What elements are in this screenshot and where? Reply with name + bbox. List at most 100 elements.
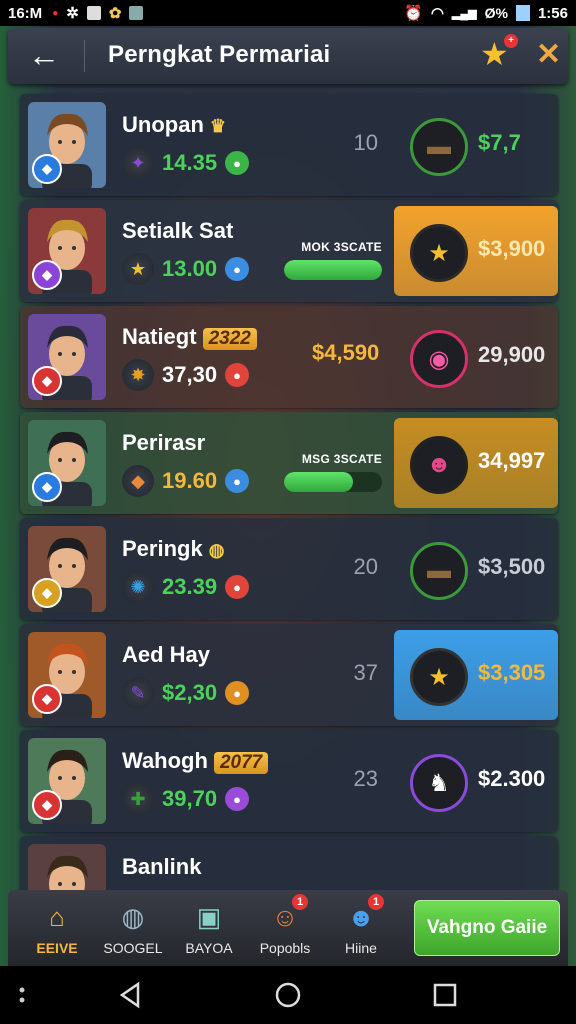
record-icon: ● — [52, 7, 59, 19]
rank-badge-icon: ◆ — [32, 684, 62, 714]
hero-icon: ☻ 1 — [340, 894, 384, 936]
stat-badge-icon: ● — [225, 151, 250, 175]
player-name: Banlink — [122, 854, 201, 880]
buy-item-button[interactable]: ☻ 34,997 — [394, 418, 558, 508]
stat-value: $2,30 — [162, 680, 218, 705]
menu-dots-icon[interactable] — [12, 980, 42, 1010]
stat-badge-icon: ● — [225, 681, 250, 705]
promo-label: MOK 3SCATE — [301, 240, 382, 254]
stat-value: 13.00 — [162, 256, 218, 281]
bottom-nav: Vahgno Gaiie ⌂ EEIVE ◍ SOOGEL ▣ BAYOA ☺ 1 Popobl… — [8, 890, 568, 966]
log-icon: ▬ — [410, 542, 468, 600]
rank-badge-icon: ◆ — [32, 154, 62, 184]
buy-item-button[interactable]: ◉ 29,900 — [394, 312, 558, 402]
nav-item-eeive[interactable]: ⌂ EEIVE — [22, 898, 92, 957]
item-price: 29,900 — [478, 342, 546, 367]
gallery-icon — [129, 6, 144, 20]
star-shield-icon: ★ — [410, 224, 468, 282]
player-avatar: ◆ — [28, 208, 106, 294]
battery-icon — [515, 5, 530, 21]
unicorn-icon: ♞ — [410, 754, 468, 812]
ranking-row[interactable]: ◆ Wahogh 2077 ✚ 39,70 ● 23 ♞ $2.300 — [20, 730, 558, 832]
player-name-text: Wahogh — [122, 748, 208, 773]
stat-value: 37,30 — [162, 362, 218, 387]
player-stat: ✦ 14.35 ● — [122, 146, 250, 180]
player-name: Peringk ◍ — [122, 536, 224, 562]
chest-icon: ▣ — [196, 901, 222, 932]
ranking-list: ◆ Unopan ♛ ✦ 14.35 ● 10 ▬ $7,7 ◆ Setialk Sat ★ 13.00… — [16, 92, 560, 890]
stat-badge-icon: ● — [225, 575, 250, 599]
player-name: Perirasr — [122, 430, 205, 456]
close-button[interactable]: ✕ — [536, 38, 561, 72]
stat-badge-icon: ● — [225, 363, 250, 387]
player-stat: ★ 13.00 ● — [122, 252, 250, 286]
app-icon — [86, 6, 101, 20]
ranking-row[interactable]: ◆ Unopan ♛ ✦ 14.35 ● 10 ▬ $7,7 — [20, 94, 558, 196]
nav-item-hiine[interactable]: ☻ 1 Hiine — [326, 894, 396, 956]
ranking-row[interactable]: ◆ Natiegt 2322 ✸ 37,30 ● $4,590 ◉ 29,900 — [20, 306, 558, 408]
play-game-button[interactable]: Vahgno Gaiie — [414, 900, 560, 956]
back-button[interactable]: ← — [28, 38, 64, 74]
promo-bar-fill — [284, 260, 382, 280]
rank-badge-icon: ◆ — [32, 790, 62, 820]
status-time: 16:M — [8, 4, 43, 22]
buy-item-button[interactable]: ♞ $2.300 — [394, 736, 558, 826]
promo-label: MSG 3SCATE — [301, 452, 382, 466]
rank-badge-icon: ◆ — [32, 260, 62, 290]
player-stat: ◆ 19.60 ● — [122, 464, 250, 498]
stat-emblem-icon: ✸ — [122, 359, 154, 391]
nav-label: BAYOA — [185, 940, 233, 956]
buy-item-button[interactable]: ▬ $3,500 — [394, 524, 558, 614]
item-price: $2.300 — [478, 766, 546, 791]
promo-progress: MSG 3SCATE — [284, 452, 382, 492]
player-avatar: ◆ — [28, 738, 106, 824]
rank-count: 37 — [353, 660, 378, 685]
screen-header: ← Perngkat Permariai ★ + ✕ — [8, 28, 568, 84]
rank-count: 23 — [353, 766, 378, 791]
player-name-text: Natiegt — [122, 324, 197, 349]
arrow-left-icon: ← — [28, 37, 60, 73]
player-tag: 2077 — [213, 752, 269, 774]
cat-icon: ✿ — [108, 5, 122, 22]
back-nav-icon[interactable] — [116, 980, 146, 1010]
stat-badge-icon: ● — [225, 787, 250, 811]
notification-icons: ● ✲ ✿ — [52, 4, 144, 22]
alarm-icon: ⏰ — [404, 5, 423, 22]
item-price: $7,7 — [478, 130, 521, 155]
player-name: Setialk Sat — [122, 218, 233, 244]
player-avatar: ◆ — [28, 844, 106, 890]
home-nav-icon[interactable] — [273, 980, 303, 1010]
recents-nav-icon[interactable] — [430, 980, 460, 1010]
ranking-row[interactable]: ◆ Setialk Sat ★ 13.00 ● MOK 3SCATE ★ $3,900 — [20, 200, 558, 302]
stat-emblem-icon: ✚ — [122, 783, 154, 815]
ranking-row[interactable]: ◆ Peringk ◍ ✺ 23.39 ● 20 ▬ $3,500 — [20, 518, 558, 620]
ranking-row[interactable]: ◆ Perirasr ◆ 19.60 ● MSG 3SCATE ☻ 34,997 — [20, 412, 558, 514]
player-name-text: Peringk — [122, 536, 203, 561]
buy-item-button[interactable]: ▬ $7,7 — [394, 100, 558, 190]
player-stat: ✺ 23.39 ● — [122, 570, 250, 604]
nav-item-bayoa[interactable]: ▣ BAYOA — [174, 898, 244, 957]
nav-item-popobls[interactable]: ☺ 1 Popobls — [250, 894, 320, 956]
wifi-icon: ◠ — [430, 5, 444, 22]
promo-bar-fill — [284, 472, 353, 492]
log-icon: ▬ — [410, 118, 468, 176]
ranking-row[interactable]: ◆ Banlink — [20, 836, 558, 890]
player-name: Aed Hay — [122, 642, 210, 668]
stat-value: 19.60 — [162, 468, 218, 493]
promo-bar — [284, 472, 382, 492]
buy-item-button[interactable]: ★ $3,305 — [394, 630, 558, 720]
favorites-button[interactable]: ★ + — [480, 34, 518, 72]
character-icon: ☺ 1 — [264, 894, 308, 936]
rank-badge-icon: ◆ — [32, 578, 62, 608]
stat-emblem-icon: ◆ — [122, 465, 154, 497]
buy-item-button[interactable]: ★ $3,900 — [394, 206, 558, 296]
nav-item-soogel[interactable]: ◍ SOOGEL — [98, 898, 168, 957]
player-tag: 2322 — [202, 328, 257, 350]
player-avatar: ◆ — [28, 420, 106, 506]
bonus-value: $4,590 — [312, 340, 380, 365]
promo-progress: MOK 3SCATE — [284, 240, 382, 280]
stat-badge-icon: ● — [225, 469, 250, 493]
rank-badge-icon: ◆ — [32, 472, 62, 502]
ranking-row[interactable]: ◆ Aed Hay ✎ $2,30 ● 37 ★ $3,305 — [20, 624, 558, 726]
globe-icon: ◍ — [208, 540, 225, 560]
